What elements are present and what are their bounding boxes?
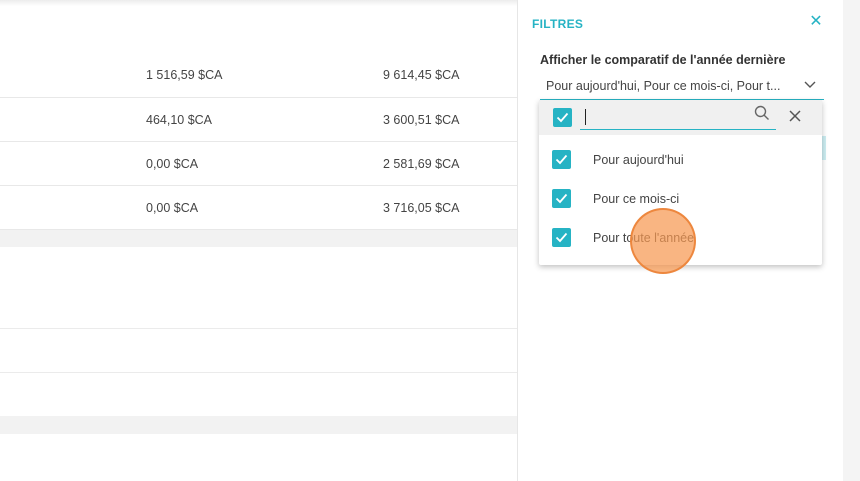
table-cell: 1 516,59 $CA [146,68,223,82]
comparison-select[interactable]: Pour aujourd'hui, Pour ce mois-ci, Pour … [540,72,824,100]
table-cell: 3 600,51 $CA [383,112,460,127]
comparison-dropdown: Pour aujourd'hui Pour ce mois-ci Pour to… [539,100,822,265]
option-whole-year[interactable]: Pour toute l'année [539,220,822,256]
section-divider [0,230,517,247]
table-cell: 3 716,05 $CA [383,200,460,215]
table-cell: 0,00 $CA [146,156,199,171]
table-row: 464,10 $CA 3 600,51 $CA [0,98,517,142]
chevron-down-icon [804,81,816,88]
checkmark-icon [556,112,569,123]
option-checkbox[interactable] [552,189,571,208]
close-icon[interactable]: ✕ [808,13,824,31]
select-all-checkbox[interactable] [553,108,572,127]
dropdown-search-input[interactable] [580,102,776,130]
select-value: Pour aujourd'hui, Pour ce mois-ci, Pour … [546,79,781,93]
comparison-label: Afficher le comparatif de l'année derniè… [540,53,786,67]
checkmark-icon [555,154,568,165]
table-cell: 0,00 $CA [146,200,199,215]
checkmark-icon [555,193,568,204]
option-this-month[interactable]: Pour ce mois-ci [539,181,822,217]
close-icon[interactable] [789,110,801,122]
checkmark-icon [555,232,568,243]
table-cell: 2 581,69 $CA [383,156,460,171]
scrollbar-track[interactable] [843,0,860,481]
text-caret [585,109,586,125]
header-shadow [0,0,517,6]
option-checkbox[interactable] [552,150,571,169]
option-label: Pour ce mois-ci [593,192,680,206]
search-icon [754,105,769,120]
row-divider [0,372,517,373]
dropdown-header [539,100,822,135]
section-divider [0,416,517,434]
option-label: Pour toute l'année [593,231,695,245]
app-window: 1 516,59 $CA 9 614,45 $CA 464,10 $CA 3 6… [0,0,860,481]
row-divider [0,328,517,329]
report-table: 1 516,59 $CA 9 614,45 $CA 464,10 $CA 3 6… [0,0,517,481]
table-row: 0,00 $CA 3 716,05 $CA [0,186,517,230]
table-row: 1 516,59 $CA 9 614,45 $CA [0,53,517,98]
table-row: 0,00 $CA 2 581,69 $CA [0,142,517,186]
option-checkbox[interactable] [552,228,571,247]
table-cell: 464,10 $CA [146,112,213,127]
table-cell: 9 614,45 $CA [383,68,460,82]
option-label: Pour aujourd'hui [593,153,684,167]
panel-title: FILTRES [532,17,584,31]
option-today[interactable]: Pour aujourd'hui [539,142,822,178]
